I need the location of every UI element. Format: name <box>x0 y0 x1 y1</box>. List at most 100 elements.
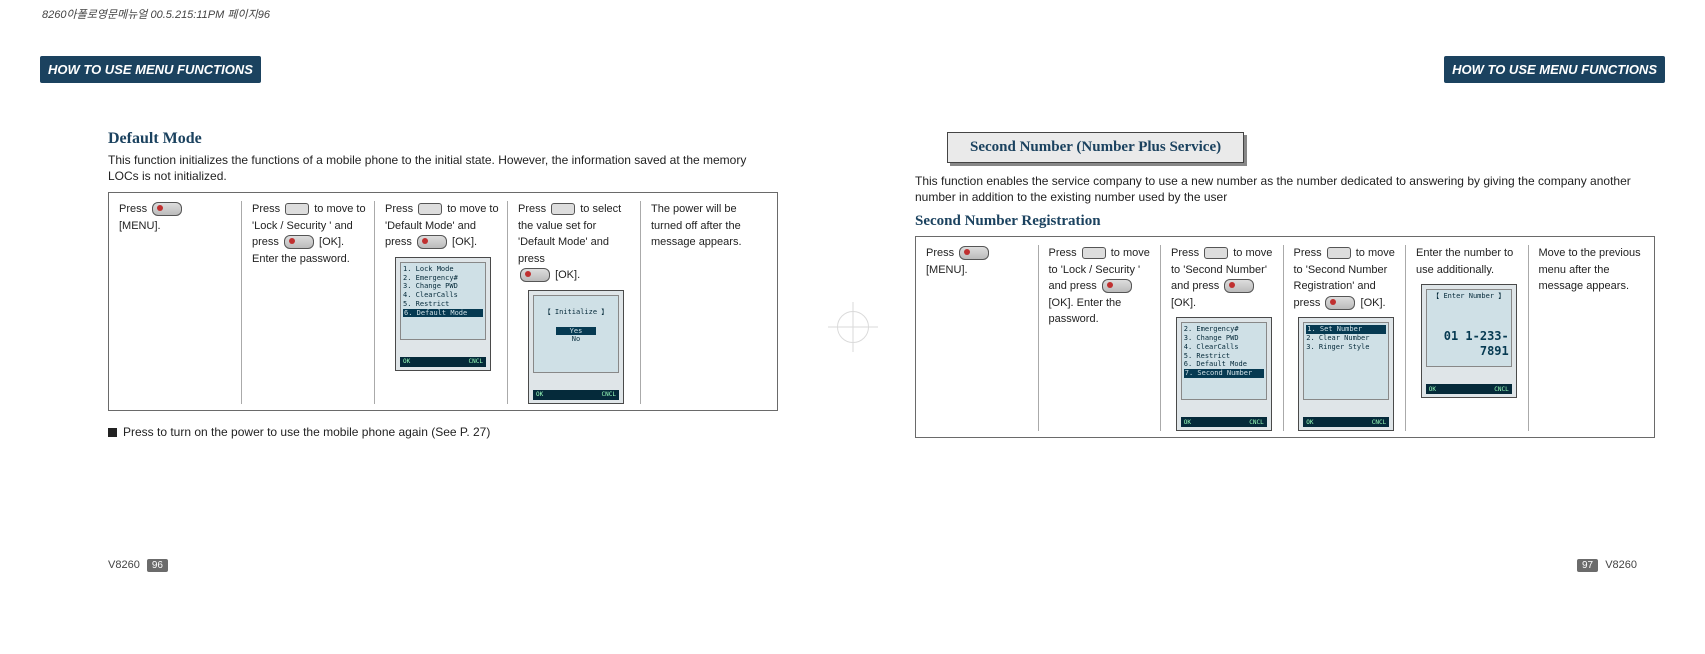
nav-icon <box>551 203 575 215</box>
txt: [OK]. <box>555 269 580 281</box>
step-2: Press to move to 'Lock / Security ' and … <box>246 201 375 404</box>
phone-screen-menu: 1. Lock Mode 2. Emergency# 3. Change PWD… <box>395 257 491 371</box>
txt: [MENU]. <box>926 264 968 276</box>
softkey-cncl: CNCL <box>469 357 483 366</box>
left-note: Press to turn on the power to use the mo… <box>108 425 778 439</box>
step-3: Press to move to 'Default Mode' and pres… <box>379 201 508 404</box>
txt: [OK]. <box>1171 297 1196 309</box>
softkey-cncl: CNCL <box>1494 385 1508 394</box>
phone-screen-enter: 【 Enter Number 】 01 1-233-7891 OKCNCL <box>1421 284 1517 398</box>
menu-item: 2. Emergency# <box>1184 325 1264 334</box>
menu-item-selected: 1. Set Number <box>1306 325 1386 334</box>
txt: Press <box>252 203 283 215</box>
menu-item: 3. Change PWD <box>403 282 483 291</box>
model: V8260 <box>108 559 140 571</box>
txt: Press <box>119 203 150 215</box>
ok-button-icon <box>417 235 447 249</box>
rstep-1: Press [MENU]. <box>920 245 1039 431</box>
ok-button-icon <box>1102 279 1132 293</box>
txt: [OK]. <box>1361 297 1386 309</box>
page-num: 96 <box>147 559 168 572</box>
right-subtitle: Second Number Registration <box>915 213 1655 230</box>
nav-icon <box>1327 247 1351 259</box>
txt: Press <box>1171 247 1202 259</box>
nav-icon <box>285 203 309 215</box>
page-right: HOW TO USE MENU FUNCTIONS Second Number … <box>885 38 1665 578</box>
dialog-no: No <box>536 335 616 344</box>
menu-item-selected: 7. Second Number <box>1184 369 1264 378</box>
softkey-cncl: CNCL <box>1372 418 1386 427</box>
txt: Press <box>518 203 549 215</box>
menu-item: 4. ClearCalls <box>1184 343 1264 352</box>
rstep-2: Press to move to 'Lock / Security ' and … <box>1043 245 1162 431</box>
rstep-4: Press to move to 'Second Number Registra… <box>1288 245 1407 431</box>
left-step-row: Press [MENU]. Press to move to 'Lock / S… <box>108 192 778 411</box>
page-num: 97 <box>1577 559 1598 572</box>
rstep-3: Press to move to 'Second Number' and pre… <box>1165 245 1284 431</box>
model: V8260 <box>1605 559 1637 571</box>
note-text: Press to turn on the power to use the mo… <box>123 425 490 439</box>
txt: The power will be turned off after the m… <box>651 203 742 248</box>
ok-button-icon <box>284 235 314 249</box>
softkey-cncl: CNCL <box>1249 418 1263 427</box>
phone-screen-init: 【 Initialize 】 Yes No OK CNCL <box>528 290 624 404</box>
phone-screen-menu2: 2. Emergency# 3. Change PWD 4. ClearCall… <box>1176 317 1272 431</box>
crop-mark-icon <box>837 311 869 343</box>
txt: Press <box>385 203 416 215</box>
bullet-icon <box>108 428 117 437</box>
menu-item-selected: 6. Default Mode <box>403 309 483 318</box>
right-desc: This function enables the service compan… <box>915 173 1655 205</box>
dialog-yes: Yes <box>556 327 597 336</box>
menu-item: 3. Ringer Style <box>1306 343 1386 352</box>
menu-item: 5. Restrict <box>1184 352 1264 361</box>
txt: Press <box>1049 247 1080 259</box>
menu-item: 4. ClearCalls <box>403 291 483 300</box>
page-left: HOW TO USE MENU FUNCTIONS Default Mode T… <box>40 38 820 578</box>
rstep-5: Enter the number to use additionally. 【 … <box>1410 245 1529 431</box>
menu-item: 3. Change PWD <box>1184 334 1264 343</box>
step-4: Press to select the value set for 'Defau… <box>512 201 641 404</box>
menu-button-icon <box>152 202 182 216</box>
softkey-ok: OK <box>1306 418 1313 427</box>
left-content: Default Mode This function initializes t… <box>108 124 778 439</box>
section-tab-right: HOW TO USE MENU FUNCTIONS <box>1444 56 1665 83</box>
softkey-ok: OK <box>1429 385 1436 394</box>
menu-button-icon <box>959 246 989 260</box>
dialog-title: 【 Enter Number 】 <box>1429 292 1509 301</box>
right-step-row: Press [MENU]. Press to move to 'Lock / S… <box>915 236 1655 438</box>
menu-item: 2. Emergency# <box>403 274 483 283</box>
ok-button-icon <box>1224 279 1254 293</box>
txt: [OK]. Enter the password. <box>1049 297 1122 326</box>
softkey-ok: OK <box>536 390 543 399</box>
rstep-6: Move to the previous menu after the mess… <box>1533 245 1651 431</box>
step-5: The power will be turned off after the m… <box>645 201 773 404</box>
phone-screen-sn: 1. Set Number 2. Clear Number 3. Ringer … <box>1298 317 1394 431</box>
right-content: Second Number (Number Plus Service) This… <box>915 122 1655 438</box>
softkey-cncl: CNCL <box>602 390 616 399</box>
txt: [OK]. <box>452 236 477 248</box>
dialog-title: 【 Initialize 】 <box>536 308 616 317</box>
footer-left: V8260 96 <box>108 559 172 572</box>
footer-right: 97 V8260 <box>1573 559 1637 572</box>
nav-icon <box>1082 247 1106 259</box>
menu-item: 2. Clear Number <box>1306 334 1386 343</box>
step-1: Press [MENU]. <box>113 201 242 404</box>
menu-item: 1. Lock Mode <box>403 265 483 274</box>
ok-button-icon <box>1325 296 1355 310</box>
left-desc: This function initializes the functions … <box>108 152 778 184</box>
left-title: Default Mode <box>108 130 778 148</box>
ok-button-icon <box>520 268 550 282</box>
txt: Enter the number to use additionally. <box>1416 247 1513 276</box>
ribbon-title: Second Number (Number Plus Service) <box>947 132 1244 163</box>
nav-icon <box>418 203 442 215</box>
menu-item: 6. Default Mode <box>1184 360 1264 369</box>
nav-icon <box>1204 247 1228 259</box>
section-tab-left: HOW TO USE MENU FUNCTIONS <box>40 56 261 83</box>
menu-item: 5. Restrict <box>403 300 483 309</box>
print-header: 8260아폴로영문메뉴얼 00.5.215:11PM 페이지96 <box>42 6 270 22</box>
txt: Press <box>1294 247 1325 259</box>
txt: [MENU]. <box>119 220 161 232</box>
softkey-ok: OK <box>1184 418 1191 427</box>
txt: Press <box>926 247 957 259</box>
softkey-ok: OK <box>403 357 410 366</box>
